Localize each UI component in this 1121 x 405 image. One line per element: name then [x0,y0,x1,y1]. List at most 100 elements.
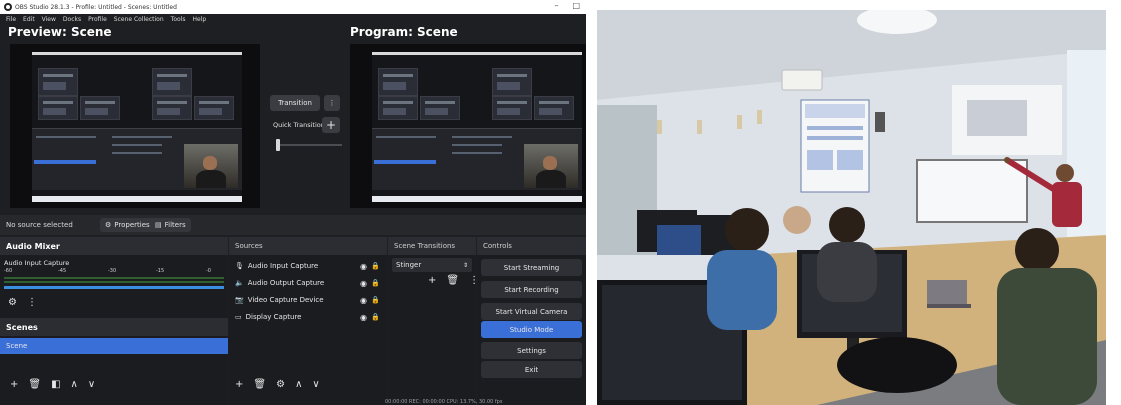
webcam-feed-preview [184,144,238,188]
filter-icon: ▤ [155,221,162,229]
menu-view[interactable]: View [42,16,56,23]
program-title: Program: Scene [350,25,458,39]
source-item[interactable]: 📷 Video Capture Device ◉ 🔒 [229,292,387,308]
source-item[interactable]: ▭ Display Capture ◉ 🔒 [229,309,387,325]
meter-tick: -15 [156,268,165,274]
audio-mixer-title: Audio Mixer [0,237,228,255]
properties-button[interactable]: ⚙ Properties [100,218,155,232]
chevron-down-icon: ⇕ [462,261,468,269]
trash-icon[interactable]: 🗑 [446,275,459,286]
volume-slider[interactable] [4,286,224,289]
speaker-icon: 🔈 [235,279,244,287]
move-up-icon[interactable]: ∧ [295,379,302,390]
lock-icon[interactable]: 🔒 [371,296,380,304]
source-status-bar: No source selected ⚙ Properties ▤ Filter… [0,215,586,235]
volume-meter [4,281,224,283]
menu-docks[interactable]: Docks [63,16,81,23]
volume-meter [4,277,224,279]
sources-toolbar: + 🗑 ⚙ ∧ ∨ [235,379,320,390]
program-canvas [350,44,586,208]
add-icon[interactable]: + [10,379,18,390]
eye-icon[interactable]: ◉ [360,279,367,288]
meter-tick: -45 [58,268,67,274]
scene-transitions-dock: Scene Transitions Stinger ⇕ + 🗑 ⋮ [388,237,479,405]
source-item[interactable]: 🎙 Audio Input Capture ◉ 🔒 [229,258,387,274]
gear-icon: ⚙ [105,221,112,229]
monitor-icon: ▭ [235,313,242,321]
move-down-icon[interactable]: ∨ [88,379,95,390]
preview-title: Preview: Scene [8,25,112,39]
add-icon[interactable]: + [428,275,436,286]
scenes-toolbar: + 🗑 ◧ ∧ ∨ [10,379,95,390]
classroom-photo-illustration [597,10,1106,405]
transition-button[interactable]: Transition [270,95,320,111]
properties-label: Properties [114,221,150,229]
add-quick-transition-button[interactable]: + [322,117,340,133]
audio-settings-icon[interactable]: ⚙ [8,297,17,308]
microphone-icon: 🎙 [235,262,244,270]
exit-button[interactable]: Exit [481,361,582,378]
camera-icon: 📷 [235,296,244,304]
menu-scene-collection[interactable]: Scene Collection [114,16,164,23]
maximize-button[interactable]: □ [572,1,580,10]
source-label: Audio Input Capture [247,262,319,270]
add-icon[interactable]: + [235,379,243,390]
audio-channel-name: Audio Input Capture [4,259,70,267]
meter-tick: -0 [206,268,211,274]
trash-icon[interactable]: 🗑 [253,379,266,390]
transitions-toolbar: + 🗑 ⋮ [428,275,479,286]
lock-icon[interactable]: 🔒 [371,313,380,321]
preview-mini-screen [32,52,242,202]
start-virtual-camera-button[interactable]: Start Virtual Camera [481,303,582,320]
eye-icon[interactable]: ◉ [360,296,367,305]
sources-title: Sources [229,237,387,255]
transition-slider-handle[interactable] [276,139,280,151]
move-up-icon[interactable]: ∧ [71,379,78,390]
webcam-feed-program [524,144,578,188]
transition-select-value: Stinger [396,261,422,269]
preview-canvas[interactable] [10,44,260,208]
window-controls: – □ [554,1,580,10]
menu-help[interactable]: Help [192,16,206,23]
move-down-icon[interactable]: ∨ [312,379,319,390]
transition-more-button[interactable]: ⋮ [324,95,340,111]
audio-mixer-toolbar: ⚙ ⋮ [8,297,37,308]
studio-mode-button[interactable]: Studio Mode [481,321,582,338]
filter-icon[interactable]: ◧ [51,379,60,390]
obs-window: OBS Studio 28.1.3 - Profile: Untitled - … [0,0,586,405]
filters-button[interactable]: ▤ Filters [150,218,191,232]
settings-button[interactable]: Settings [481,342,582,359]
source-item[interactable]: 🔈 Audio Output Capture ◉ 🔒 [229,275,387,291]
meter-tick: -30 [108,268,117,274]
gear-icon[interactable]: ⚙ [276,379,285,390]
meter-tick: -60 [4,268,13,274]
eye-icon[interactable]: ◉ [360,313,367,322]
menu-edit[interactable]: Edit [23,16,35,23]
scenes-title: Scenes [0,318,228,336]
scene-item[interactable]: Scene [0,338,228,354]
audio-more-icon[interactable]: ⋮ [27,297,37,308]
sources-dock: Sources 🎙 Audio Input Capture ◉ 🔒 🔈 Audi… [229,237,387,405]
window-title: OBS Studio 28.1.3 - Profile: Untitled - … [15,3,177,11]
title-bar: OBS Studio 28.1.3 - Profile: Untitled - … [0,0,586,14]
source-label: Display Capture [245,313,302,321]
source-label: Video Capture Device [247,296,324,304]
minimize-button[interactable]: – [554,1,558,10]
transition-slider-track[interactable] [276,144,342,146]
start-streaming-button[interactable]: Start Streaming [481,259,582,276]
menu-profile[interactable]: Profile [88,16,107,23]
menu-file[interactable]: File [6,16,16,23]
classroom-photo [597,10,1106,405]
program-mini-screen [372,52,582,202]
source-label: Audio Output Capture [247,279,325,287]
controls-title: Controls [477,237,586,255]
menu-tools[interactable]: Tools [171,16,186,23]
eye-icon[interactable]: ◉ [360,262,367,271]
transition-select[interactable]: Stinger ⇕ [392,258,472,272]
audio-mixer-dock: Audio Mixer Audio Input Capture -60 -45 … [0,237,228,405]
lock-icon[interactable]: 🔒 [371,262,380,270]
lock-icon[interactable]: 🔒 [371,279,380,287]
controls-dock: Controls Start Streaming Start Recording… [477,237,586,405]
start-recording-button[interactable]: Start Recording [481,281,582,298]
trash-icon[interactable]: 🗑 [28,379,41,390]
